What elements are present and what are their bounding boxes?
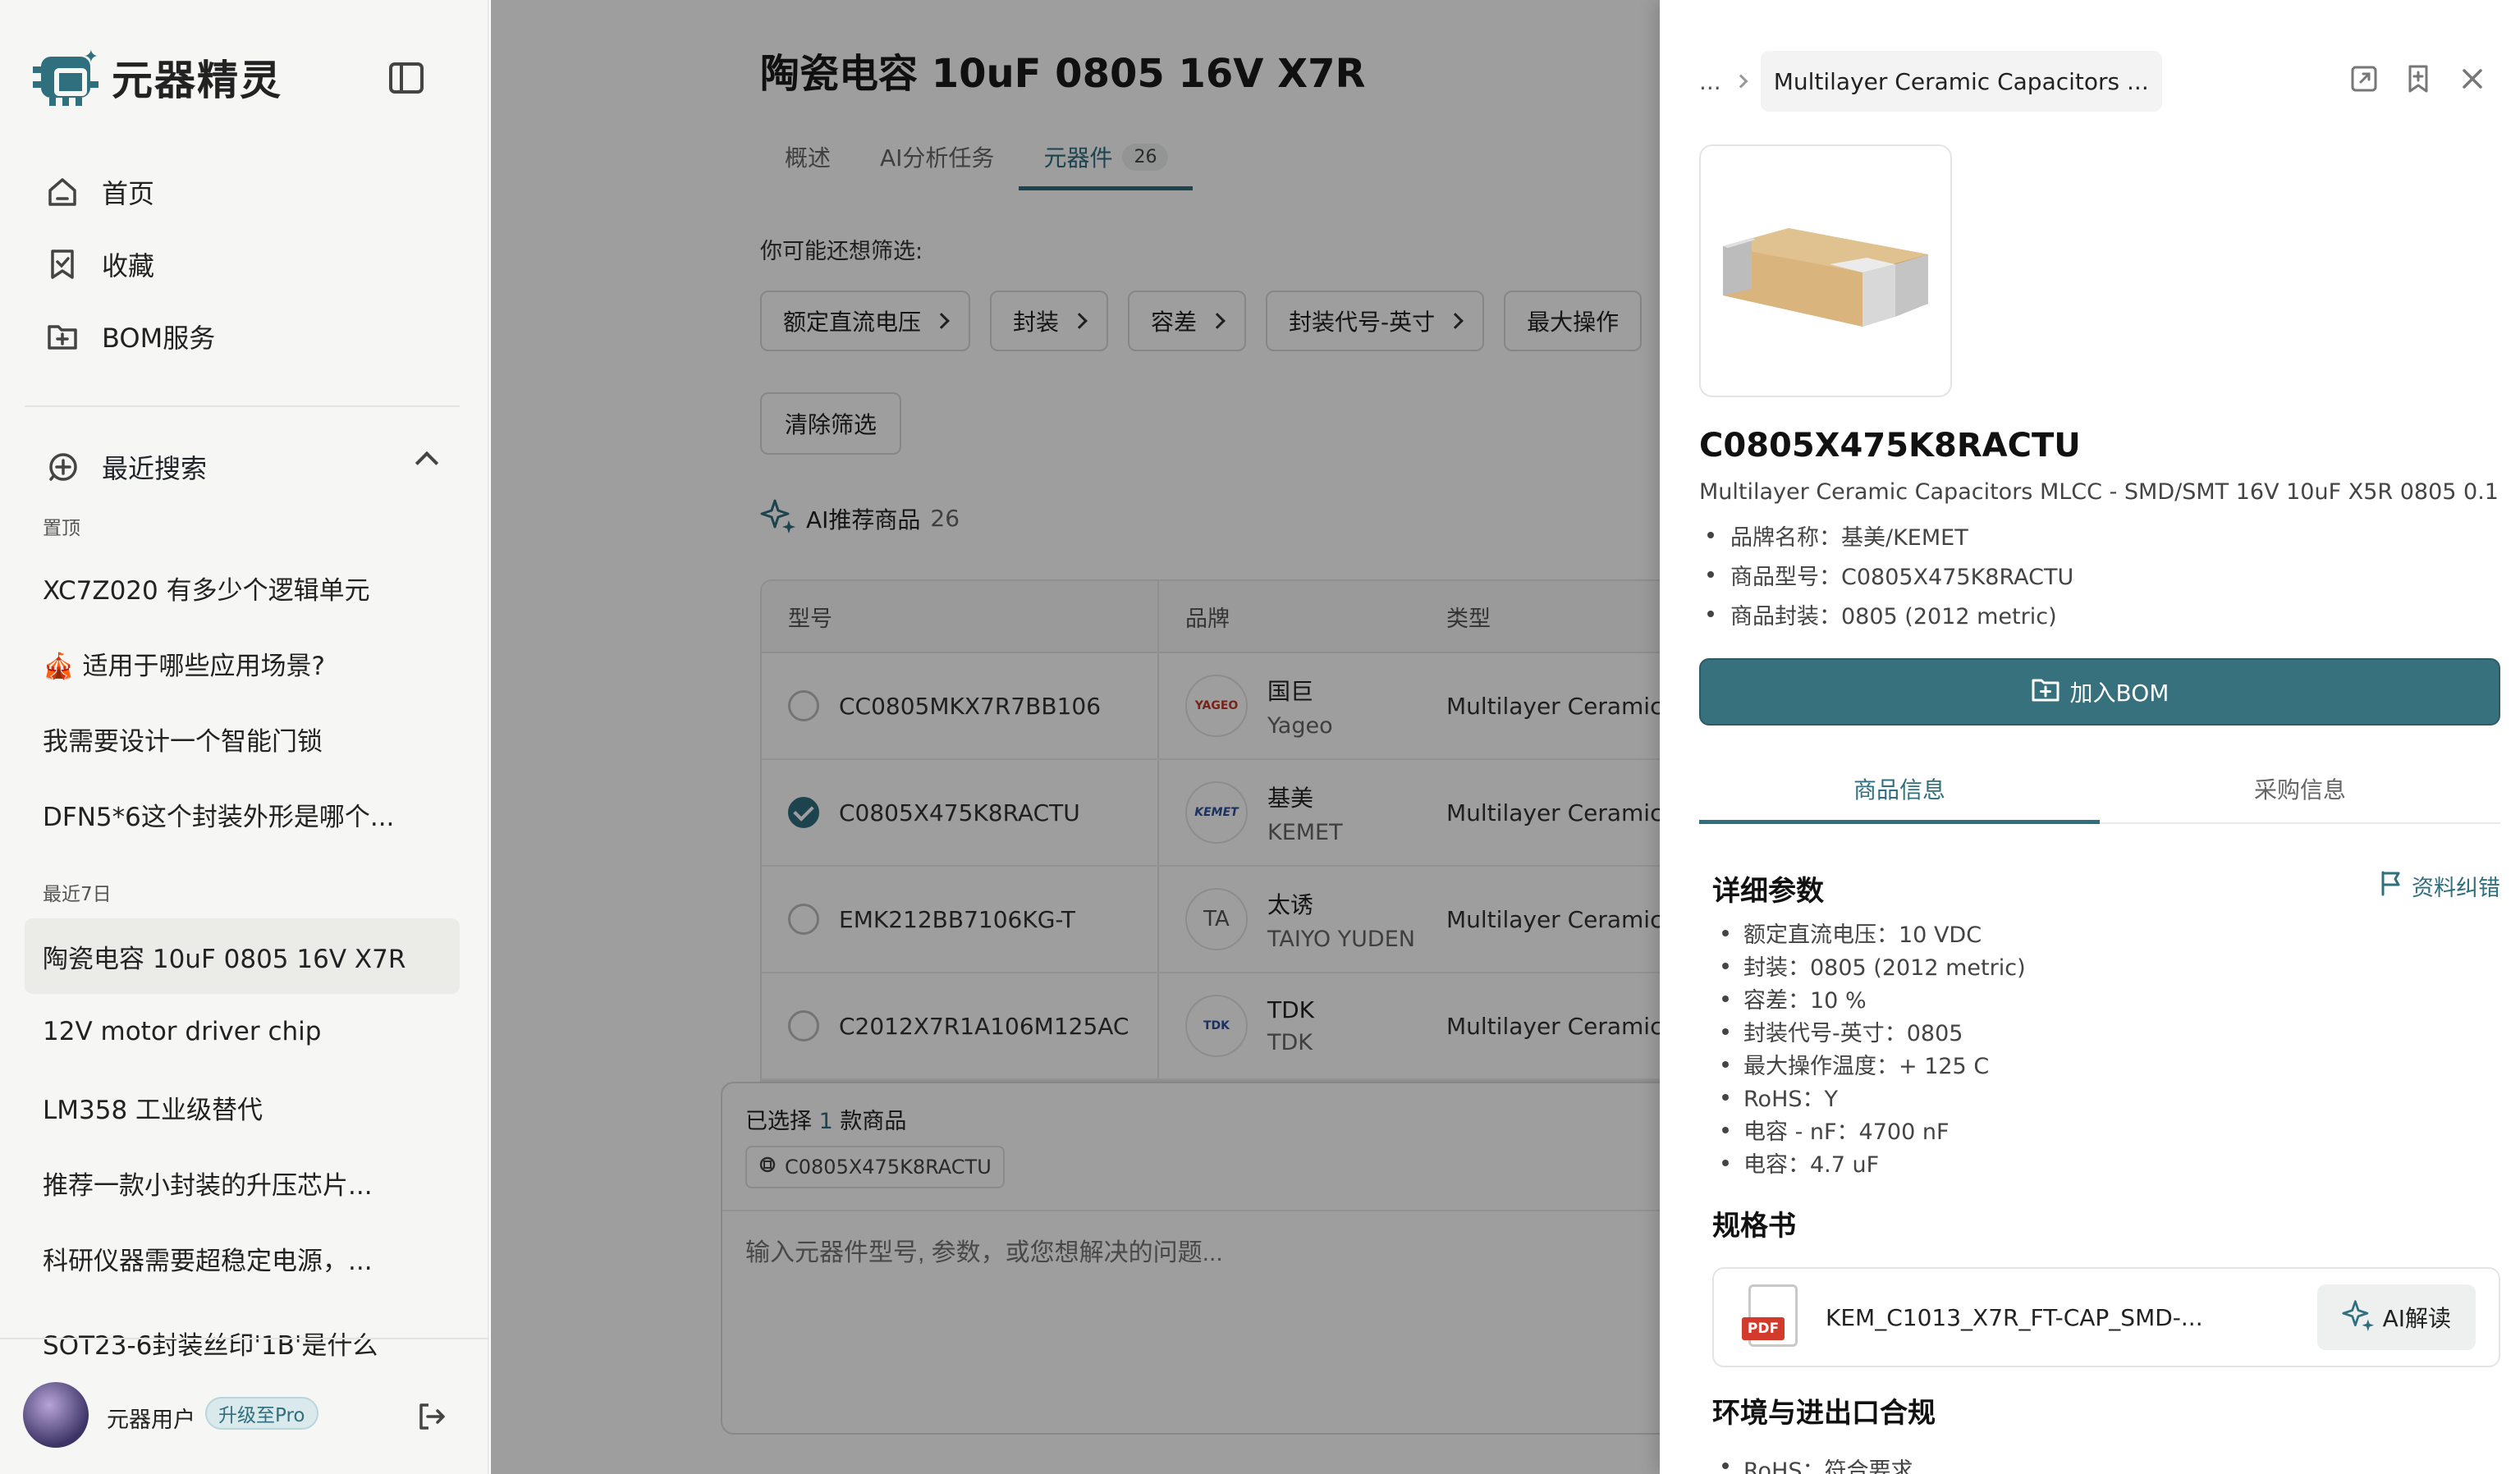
tab-purchase-info[interactable]: 采购信息: [2100, 755, 2500, 822]
bookmark-icon: [44, 246, 80, 282]
ai-interpret-label: AI解读: [2382, 1305, 2451, 1332]
history-chat-icon: [44, 449, 80, 485]
chip-logo-icon: ✦: [33, 48, 99, 106]
param-item: 封装代号-英寸：0805: [1712, 1014, 2026, 1047]
recent-item[interactable]: XC7Z020 有多少个逻辑单元: [25, 550, 460, 625]
recent-item[interactable]: 科研仪器需要超稳定电源，...: [25, 1220, 460, 1296]
main-nav: 首页 收藏 BOM服务: [25, 156, 460, 373]
flag-icon: [2377, 870, 2403, 902]
recent-item-active[interactable]: 陶瓷电容 10uF 0805 16V X7R: [25, 918, 460, 994]
home-icon: [44, 174, 80, 210]
meta-brand: 品牌名称：基美/KEMET: [1699, 515, 2073, 555]
recent-item[interactable]: 🎪 适用于哪些应用场景?: [25, 625, 460, 701]
param-item: 额定直流电压：10 VDC: [1712, 916, 2026, 949]
nav-item-favorites[interactable]: 收藏: [25, 228, 460, 300]
recent-item[interactable]: DFN5*6这个封装外形是哪个...: [25, 776, 460, 852]
part-number-title: C0805X475K8RACTU: [1699, 427, 2081, 465]
nav-item-bom[interactable]: BOM服务: [25, 300, 460, 373]
collapse-chevron-icon[interactable]: [415, 451, 439, 475]
modal-backdrop[interactable]: [491, 0, 1660, 1474]
param-item: 电容：4.7 uF: [1712, 1146, 2026, 1179]
nav-label: 首页: [102, 178, 155, 209]
recent-week-list: 陶瓷电容 10uF 0805 16V X7R 12V motor driver …: [25, 918, 460, 1362]
part-meta-list: 品牌名称：基美/KEMET 商品型号：C0805X475K8RACTU 商品封装…: [1699, 515, 2073, 634]
params-heading: 详细参数: [1712, 875, 1824, 908]
product-image[interactable]: [1699, 144, 1952, 397]
meta-model: 商品型号：C0805X475K8RACTU: [1699, 555, 2073, 594]
compliance-heading: 环境与进出口合规: [1712, 1397, 1936, 1430]
sidebar-divider: [25, 405, 460, 407]
breadcrumb: ... Multilayer Ceramic Capacitors ...: [1699, 51, 2162, 112]
pdf-file-icon: PDF: [1742, 1284, 1801, 1350]
breadcrumb-ellipsis[interactable]: ...: [1699, 68, 1721, 95]
param-item: 封装：0805 (2012 metric): [1712, 949, 2026, 982]
recent-item[interactable]: 我需要设计一个智能门锁: [25, 701, 460, 776]
tab-product-info[interactable]: 商品信息: [1699, 755, 2100, 824]
upgrade-pro-badge[interactable]: 升级至Pro: [205, 1397, 318, 1430]
part-description: Multilayer Ceramic Capacitors MLCC - SMD…: [1699, 479, 2499, 505]
recent-week-label: 最近7日: [43, 884, 112, 905]
detail-tabs: 商品信息 采购信息: [1699, 755, 2500, 824]
app-logo[interactable]: ✦ 元器精灵: [33, 48, 282, 107]
ai-interpret-button[interactable]: AI解读: [2316, 1284, 2476, 1350]
folder-plus-icon: [2031, 675, 2060, 710]
sidebar: ✦ 元器精灵 首页 收藏 BOM服务 最近搜索 置顶 XC7Z020 有多少个逻…: [0, 0, 489, 1474]
avatar[interactable]: [23, 1382, 89, 1448]
recent-search-title: 最近搜索: [102, 453, 208, 484]
bookmark-add-icon[interactable]: [2403, 64, 2433, 94]
nav-item-home[interactable]: 首页: [25, 156, 460, 228]
pdf-badge: PDF: [1742, 1317, 1785, 1340]
param-item: 最大操作温度：+ 125 C: [1712, 1047, 2026, 1080]
nav-label: 收藏: [102, 250, 155, 282]
recent-item[interactable]: 12V motor driver chip: [25, 994, 460, 1069]
nav-label: BOM服务: [102, 323, 216, 354]
capacitor-image: [1723, 228, 1928, 327]
add-to-bom-button[interactable]: 加入BOM: [1699, 658, 2500, 726]
pinned-label: 置顶: [43, 518, 80, 539]
drawer-actions: [2349, 64, 2487, 94]
breadcrumb-separator-icon: [1734, 74, 1748, 89]
sparkle-icon: [2342, 1298, 2375, 1337]
folder-plus-icon: [44, 318, 80, 355]
meta-package: 商品封装：0805 (2012 metric): [1699, 594, 2073, 634]
report-error-label: 资料纠错: [2412, 876, 2500, 901]
app-name: 元器精灵: [112, 57, 282, 104]
datasheet-card[interactable]: PDF KEM_C1013_X7R_FT-CAP_SMD-... AI解读: [1712, 1267, 2500, 1367]
sidebar-toggle-icon[interactable]: [389, 62, 424, 94]
open-external-icon[interactable]: [2349, 64, 2379, 94]
datasheet-filename[interactable]: KEM_C1013_X7R_FT-CAP_SMD-...: [1826, 1304, 2317, 1331]
username: 元器用户: [107, 1408, 195, 1433]
close-icon[interactable]: [2458, 64, 2487, 94]
logout-icon[interactable]: [415, 1400, 448, 1433]
param-item: 容差：10 %: [1712, 982, 2026, 1014]
pinned-list: XC7Z020 有多少个逻辑单元 🎪 适用于哪些应用场景? 我需要设计一个智能门…: [25, 550, 460, 852]
breadcrumb-current[interactable]: Multilayer Ceramic Capacitors ...: [1760, 51, 2162, 112]
compliance-item: RoHS：符合要求: [1712, 1453, 1913, 1474]
recent-item[interactable]: LM358 工业级替代: [25, 1069, 460, 1145]
param-item: 电容 - nF：4700 nF: [1712, 1113, 2026, 1146]
datasheet-heading: 规格书: [1712, 1210, 1796, 1243]
recent-item[interactable]: 推荐一款小封装的升压芯片...: [25, 1145, 460, 1220]
user-bar: 元器用户 升级至Pro: [0, 1338, 489, 1474]
report-error-link[interactable]: 资料纠错: [2377, 870, 2500, 902]
main-content: 陶瓷电容 10uF 0805 16V X7R 概述 AI分析任务 元器件 26 …: [491, 0, 1660, 1474]
recent-search-header[interactable]: 最近搜索: [25, 442, 460, 492]
add-to-bom-label: 加入BOM: [2069, 680, 2169, 707]
param-item: RoHS：Y: [1712, 1080, 2026, 1113]
params-list: 额定直流电压：10 VDC 封装：0805 (2012 metric) 容差：1…: [1712, 916, 2026, 1179]
part-detail-drawer: ... Multilayer Ceramic Capacitors ... C0…: [1660, 0, 2520, 1474]
